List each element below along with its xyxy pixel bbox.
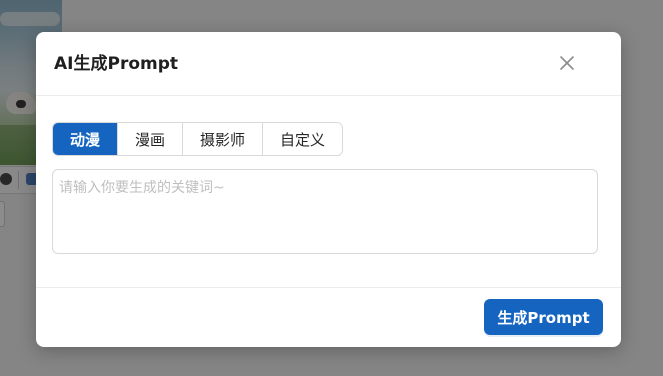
tab-custom[interactable]: 自定义 — [262, 123, 343, 155]
style-tabs: 动漫 漫画 摄影师 自定义 — [52, 122, 344, 156]
dialog-title: AI生成Prompt — [54, 54, 179, 74]
dialog-footer: 生成Prompt — [36, 287, 621, 348]
ai-prompt-dialog: AI生成Prompt 动漫 漫画 摄影师 自定义 生成Prompt — [36, 32, 621, 347]
dialog-header: AI生成Prompt — [36, 32, 621, 96]
tab-anime[interactable]: 动漫 — [53, 123, 118, 155]
close-icon — [560, 56, 574, 70]
keyword-input[interactable] — [52, 169, 598, 254]
generate-prompt-button[interactable]: 生成Prompt — [484, 299, 603, 335]
tab-comic[interactable]: 漫画 — [117, 123, 183, 155]
tab-photographer[interactable]: 摄影师 — [182, 123, 263, 155]
close-button[interactable] — [554, 50, 580, 76]
